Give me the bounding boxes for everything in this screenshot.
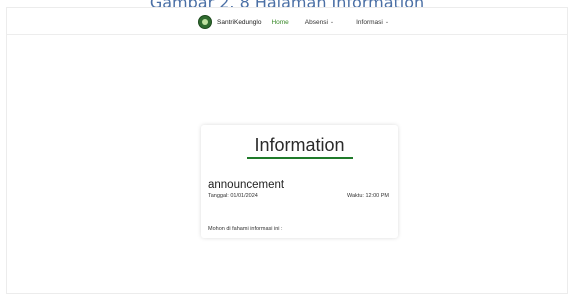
announcement-body: Mohon di fahami informasi ini :	[208, 226, 283, 232]
announcement-heading: announcement	[208, 179, 285, 191]
title-underline	[247, 157, 353, 159]
brand-name[interactable]: SantriKedunglo	[217, 19, 261, 26]
logo-inner-icon	[202, 19, 208, 25]
announcement-time: Waktu: 12:00 PM	[347, 193, 389, 199]
announcement-date: Tanggal: 01/01/2024	[208, 193, 258, 199]
chevron-down-icon: ⌄	[384, 19, 390, 25]
nav-informasi-dropdown[interactable]: Informasi ⌄	[356, 19, 389, 26]
chevron-down-icon: ⌄	[329, 19, 335, 25]
information-card: Information announcement Tanggal: 01/01/…	[201, 125, 398, 238]
brand-logo-icon[interactable]	[198, 15, 212, 29]
nav-home-link[interactable]: Home	[271, 19, 288, 26]
nav-absensi-label: Absensi	[304, 18, 328, 26]
card-title: Information	[254, 135, 345, 155]
nav-absensi-dropdown[interactable]: Absensi ⌄	[305, 19, 334, 26]
navbar-content: SantriKedunglo Home Absensi ⌄ Informasi …	[198, 14, 389, 30]
top-navbar: SantriKedunglo Home Absensi ⌄ Informasi …	[7, 8, 567, 35]
nav-home-label: Home	[271, 18, 289, 26]
browser-page: SantriKedunglo Home Absensi ⌄ Informasi …	[6, 7, 568, 294]
nav-informasi-label: Informasi	[356, 18, 383, 26]
